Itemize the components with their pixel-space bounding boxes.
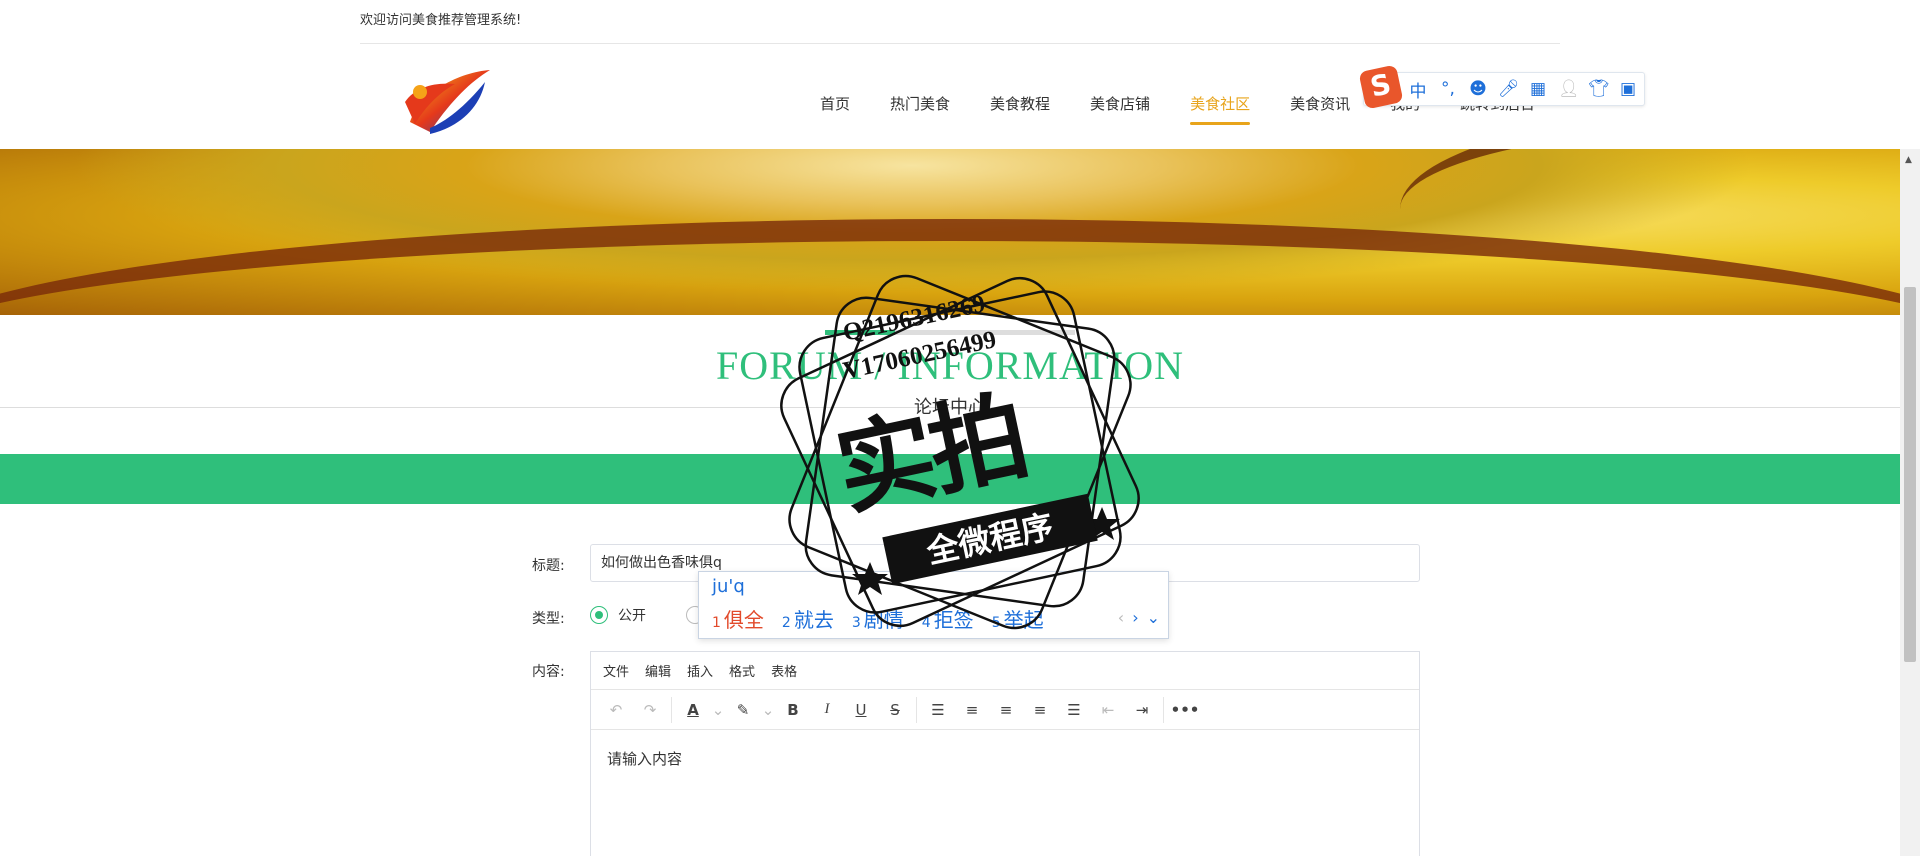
menu-edit[interactable]: 编辑 xyxy=(645,661,671,680)
user-icon[interactable]: 👤︎ xyxy=(1558,79,1580,99)
sogou-logo-icon[interactable]: S xyxy=(1358,64,1404,110)
underline-icon[interactable]: U xyxy=(844,701,878,719)
ime-expand-icon[interactable]: ⌄ xyxy=(1147,608,1160,627)
ime-candidate-list: 1 俱全 2 就去 3 剧情 4 拒签 5 举起 xyxy=(712,604,1044,633)
content-label: 内容: xyxy=(532,664,565,680)
type-radio-group: 公开 xyxy=(590,605,704,625)
nav-news[interactable]: 美食资讯 xyxy=(1270,94,1370,134)
site-logo[interactable] xyxy=(400,62,495,138)
italic-icon[interactable]: I xyxy=(810,701,844,718)
ime-punct-toggle[interactable]: °, xyxy=(1438,79,1458,99)
chevron-down-icon[interactable]: ⌄ xyxy=(760,701,776,719)
ime-candidate[interactable]: 5 举起 xyxy=(992,604,1044,633)
keyboard-icon[interactable]: ▦ xyxy=(1528,79,1548,99)
line-height-icon[interactable]: ☰ xyxy=(921,701,955,719)
ime-pinyin: ju'q xyxy=(712,576,745,597)
ime-toolbar: S 中 °, ☻ 🎤︎ ▦ 👤︎ 👕︎ ▣ xyxy=(1358,64,1645,110)
align-left-icon[interactable]: ≡ xyxy=(955,701,989,719)
ime-next-icon[interactable]: › xyxy=(1132,608,1138,627)
font-color-icon[interactable]: A xyxy=(676,701,710,719)
nav-shops[interactable]: 美食店铺 xyxy=(1070,94,1170,134)
nav-tutorials[interactable]: 美食教程 xyxy=(970,94,1070,134)
skin-icon[interactable]: 👕︎ xyxy=(1588,79,1610,99)
menu-table[interactable]: 表格 xyxy=(771,661,797,680)
ime-candidate-popup: ju'q 1 俱全 2 就去 3 剧情 4 拒签 5 举起 ‹ › ⌄ xyxy=(698,571,1169,639)
undo-icon[interactable]: ↶ xyxy=(599,701,633,719)
align-right-icon[interactable]: ≡ xyxy=(1023,701,1057,719)
nav-community[interactable]: 美食社区 xyxy=(1170,94,1270,134)
microphone-icon[interactable]: 🎤︎ xyxy=(1498,79,1520,99)
align-center-icon[interactable]: ≡ xyxy=(989,701,1023,719)
scroll-thumb[interactable] xyxy=(1904,287,1916,662)
scroll-up-icon[interactable]: ▲ xyxy=(1905,155,1912,165)
nav-hot-food[interactable]: 热门美食 xyxy=(870,94,970,134)
editor-menubar: 文件 编辑 插入 格式 表格 xyxy=(591,652,1419,690)
page-scrollbar[interactable]: ▲ xyxy=(1900,149,1920,856)
ime-candidate[interactable]: 3 剧情 xyxy=(852,604,904,633)
bold-icon[interactable]: B xyxy=(776,701,810,719)
ime-candidate[interactable]: 2 就去 xyxy=(782,604,834,633)
indent-icon[interactable]: ⇥ xyxy=(1125,701,1159,719)
menu-file[interactable]: 文件 xyxy=(603,661,629,680)
highlight-icon[interactable]: ✎ xyxy=(726,701,760,719)
ime-mode-toggle[interactable]: 中 xyxy=(1408,77,1428,102)
outdent-icon[interactable]: ⇤ xyxy=(1091,701,1125,719)
radio-public[interactable] xyxy=(590,606,608,624)
ime-prev-icon[interactable]: ‹ xyxy=(1118,608,1124,627)
chevron-down-icon[interactable]: ⌄ xyxy=(710,701,726,719)
title-label: 标题: xyxy=(532,558,565,574)
nav-home[interactable]: 首页 xyxy=(800,94,870,134)
editor-content[interactable]: 请输入内容 xyxy=(591,730,1419,787)
top-welcome-bar: 欢迎访问美食推荐管理系统! xyxy=(360,0,1560,44)
rich-text-editor: 文件 编辑 插入 格式 表格 ↶ ↷ A ⌄ ✎ ⌄ B I U S ☰ ≡ ≡… xyxy=(590,651,1420,856)
type-label: 类型: xyxy=(532,611,565,627)
menu-insert[interactable]: 插入 xyxy=(687,661,713,680)
radio-public-label: 公开 xyxy=(618,608,646,624)
editor-toolbar: ↶ ↷ A ⌄ ✎ ⌄ B I U S ☰ ≡ ≡ ≡ ☰ ⇤ ⇥ ••• xyxy=(591,690,1419,730)
banner-image xyxy=(0,149,1900,315)
more-icon[interactable]: ••• xyxy=(1168,701,1202,719)
strikethrough-icon[interactable]: S xyxy=(878,701,912,719)
welcome-text: 欢迎访问美食推荐管理系统! xyxy=(360,13,522,28)
redo-icon[interactable]: ↷ xyxy=(633,701,667,719)
toolbox-icon[interactable]: ▣ xyxy=(1618,79,1638,99)
ime-candidate[interactable]: 4 拒签 xyxy=(922,604,974,633)
menu-format[interactable]: 格式 xyxy=(729,661,755,680)
ime-candidate[interactable]: 1 俱全 xyxy=(712,604,764,633)
align-justify-icon[interactable]: ☰ xyxy=(1057,701,1091,719)
emoji-icon[interactable]: ☻ xyxy=(1468,79,1488,99)
